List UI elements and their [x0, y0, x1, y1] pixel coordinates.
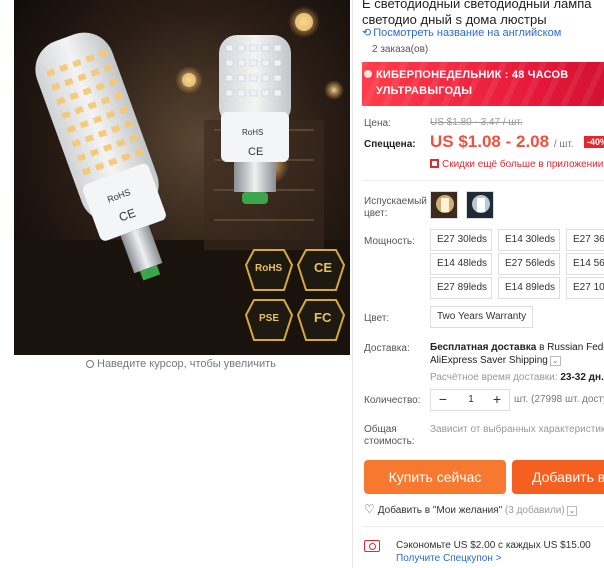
- free-shipping-text: Бесплатная доставка: [430, 342, 537, 353]
- divider: [362, 526, 604, 527]
- quantity-decrease-button[interactable]: −: [433, 390, 453, 410]
- promo-line-1: КИБЕРПОНЕДЕЛЬНИК : 48 ЧАСОВ: [376, 69, 569, 81]
- power-option[interactable]: E27 30leds: [430, 229, 492, 251]
- chevron-down-icon: ⌄: [566, 506, 578, 516]
- magnifier-icon: [86, 360, 94, 368]
- wishlist-count: (3 добавили): [504, 505, 565, 516]
- wishlist-text: Добавить в "Мои желания": [377, 505, 503, 516]
- quantity-stepper: − 1 +: [430, 389, 510, 411]
- get-coupon-link[interactable]: Получите Спецкупон >: [396, 553, 502, 564]
- app-discount-text: Скидки ещё больше в приложении: [442, 159, 604, 170]
- discount-badge: -40%: [584, 136, 604, 148]
- power-option[interactable]: E27 10: [566, 277, 604, 299]
- color-option-warm[interactable]: [430, 191, 458, 219]
- emitted-color-label: Испускаемый цвет:: [364, 196, 427, 219]
- app-discount-link[interactable]: Скидки ещё больше в приложении: [430, 158, 603, 170]
- delivery-time-value: 23-32 дн.: [560, 372, 604, 383]
- delivery-time-label: Расчётное время доставки:: [430, 372, 558, 383]
- svg-text:RoHS: RoHS: [242, 128, 263, 137]
- column-divider: [352, 0, 353, 568]
- power-option[interactable]: E14 89leds: [498, 277, 560, 299]
- svg-text:CE: CE: [248, 146, 263, 158]
- coupon-offer: Сэкономьте US $2.00 с каждых US $15.00: [396, 540, 591, 551]
- orders-count: 2 заказа(ов): [372, 44, 429, 55]
- quantity-increase-button[interactable]: +: [487, 390, 507, 410]
- power-option[interactable]: E27 56leds: [498, 253, 560, 275]
- product-info-panel: Е светодиодный светодиодный лампа светод…: [362, 0, 604, 568]
- color-option-cold[interactable]: [466, 191, 494, 219]
- cert-badge-ce: CE: [314, 260, 333, 275]
- promo-banner[interactable]: КИБЕРПОНЕДЕЛЬНИК : 48 ЧАСОВ УЛЬТРАВЫГОДЫ: [362, 62, 604, 106]
- special-price-value: US $1.08 - 2.08: [430, 132, 550, 151]
- power-option[interactable]: E27 36: [566, 229, 604, 251]
- translate-icon: ⟲: [362, 27, 372, 39]
- qr-code-icon: [430, 159, 439, 168]
- cert-badge-fc: FC: [314, 310, 332, 325]
- shipping-summary: Бесплатная доставка в Russian Fede: [430, 342, 604, 353]
- coupon-icon: [364, 540, 380, 552]
- product-title-line-1: Е светодиодный светодиодный лампа: [362, 0, 592, 11]
- quantity-input[interactable]: 1: [453, 390, 489, 410]
- add-to-cart-button[interactable]: Добавить в: [512, 460, 604, 494]
- heart-icon: ♡: [364, 502, 375, 516]
- promo-line-2: УЛЬТРАВЫГОДЫ: [376, 85, 473, 97]
- total-label: Общая стоимость:: [364, 424, 415, 447]
- power-option[interactable]: E14 30leds: [498, 229, 560, 251]
- product-title: Е светодиодный светодиодный лампа светод…: [362, 0, 604, 28]
- special-price: US $1.08 - 2.08 / шт.: [430, 132, 574, 152]
- color-option-warranty[interactable]: Two Years Warranty: [430, 306, 534, 328]
- price-label: Цена:: [364, 118, 391, 129]
- special-price-label: Спеццена:: [364, 139, 416, 150]
- power-label: Мощность:: [364, 236, 415, 247]
- zoom-hint-text: Наведите курсор, чтобы увеличить: [97, 358, 276, 370]
- buy-now-button[interactable]: Купить сейчас: [364, 460, 506, 494]
- chevron-down-icon: ⌄: [549, 356, 561, 366]
- shipping-destination: в Russian Fede: [536, 342, 604, 353]
- warm-light-swatch: [431, 192, 457, 218]
- add-to-wishlist-link[interactable]: ♡ Добавить в "Мои желания" (3 добавили) ⌄: [364, 502, 578, 516]
- color-label: Цвет:: [364, 313, 390, 324]
- translate-title-link[interactable]: ⟲ Посмотреть название на английском: [362, 26, 561, 39]
- cold-light-swatch: [467, 192, 493, 218]
- shipping-method-select[interactable]: AliExpress Saver Shipping ⌄: [430, 355, 561, 366]
- divider: [362, 180, 604, 181]
- power-option[interactable]: E27 89leds: [430, 277, 492, 299]
- shipping-label: Доставка:: [364, 343, 410, 354]
- promo-dot-icon: [364, 70, 372, 78]
- zoom-hint: Наведите курсор, чтобы увеличить: [86, 358, 276, 370]
- delivery-estimate: Расчётное время доставки: 23-32 дн.: [430, 372, 604, 383]
- translate-link-text: Посмотреть название на английском: [373, 27, 562, 39]
- total-value: Зависит от выбранных характеристик: [430, 424, 604, 435]
- old-price: US $1.80 - 3.47 / шт.: [430, 117, 523, 128]
- quantity-label: Количество:: [364, 395, 421, 406]
- power-option[interactable]: E14 48leds: [430, 253, 492, 275]
- cert-badge-pse: PSE: [259, 313, 280, 324]
- shipping-method: AliExpress Saver Shipping: [430, 355, 548, 366]
- product-main-image[interactable]: RoHS CE RoHS CE RoHS CE PSE FC: [14, 0, 350, 355]
- stock-available: шт. (27998 шт. досту: [514, 394, 604, 405]
- cert-badge-rohs: RoHS: [255, 263, 283, 274]
- power-option[interactable]: E14 56: [566, 253, 604, 275]
- price-unit: / шт.: [553, 139, 574, 150]
- product-photo: RoHS CE RoHS CE: [14, 0, 350, 355]
